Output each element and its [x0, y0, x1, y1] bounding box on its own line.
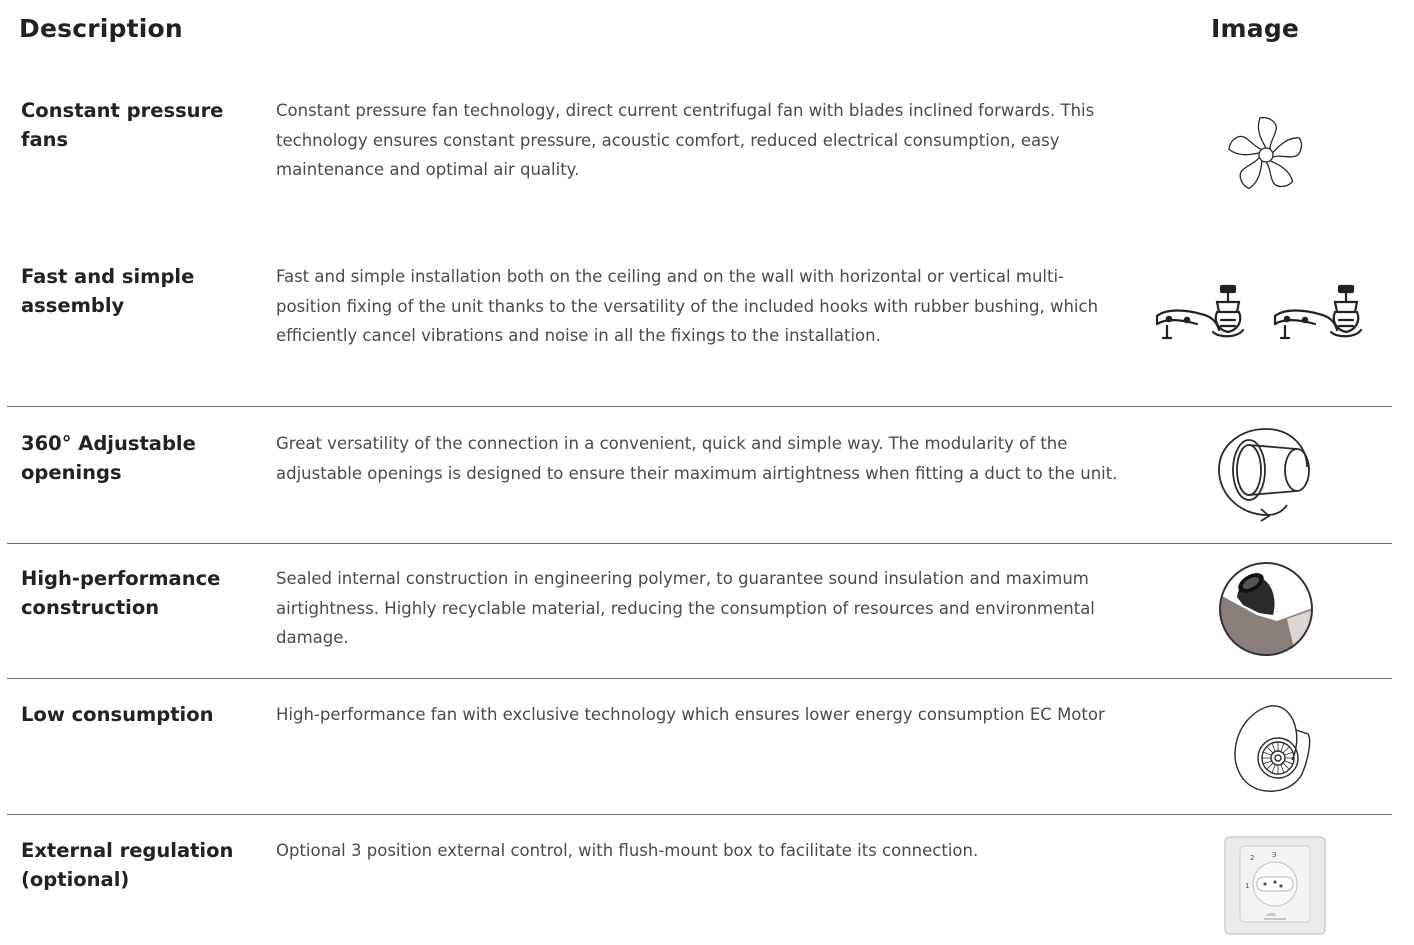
rotating-opening-icon	[1211, 425, 1321, 525]
switch-label-2: 2	[1250, 854, 1254, 862]
polymer-construction-photo	[1217, 561, 1317, 657]
feature-title: Constant pressure fans	[21, 99, 224, 151]
row-divider	[7, 678, 1392, 679]
feature-title: External regulation (optional)	[21, 839, 234, 891]
3-position-switch-photo: 1 2 3	[1224, 836, 1326, 936]
feature-description: Constant pressure fan technology, direct…	[276, 101, 1095, 179]
feature-description: Optional 3 position external control, wi…	[276, 841, 979, 860]
feature-title: Fast and simple assembly	[21, 265, 195, 317]
feature-description: Sealed internal construction in engineer…	[276, 569, 1095, 647]
switch-label-3: 3	[1272, 851, 1276, 859]
feature-title: Low consumption	[21, 703, 214, 726]
row-divider	[7, 543, 1392, 544]
features-table: Description Image Constant pressure fans…	[0, 0, 1414, 945]
feature-description: Fast and simple installation both on the…	[276, 267, 1099, 345]
mounting-hooks-icon	[1153, 280, 1373, 350]
switch-label-1: 1	[1245, 882, 1249, 890]
feature-title: High-performance construction	[21, 567, 221, 619]
row-divider	[7, 814, 1392, 815]
feature-description: Great versatility of the connection in a…	[276, 434, 1118, 483]
feature-description: High-performance fan with exclusive tech…	[276, 705, 1105, 724]
ec-motor-fan-icon	[1226, 700, 1316, 796]
image-column-header: Image	[1211, 14, 1300, 43]
description-column-header: Description	[19, 14, 183, 43]
feature-title: 360° Adjustable openings	[21, 432, 196, 484]
fan-icon	[1216, 104, 1316, 204]
row-divider	[7, 406, 1392, 407]
